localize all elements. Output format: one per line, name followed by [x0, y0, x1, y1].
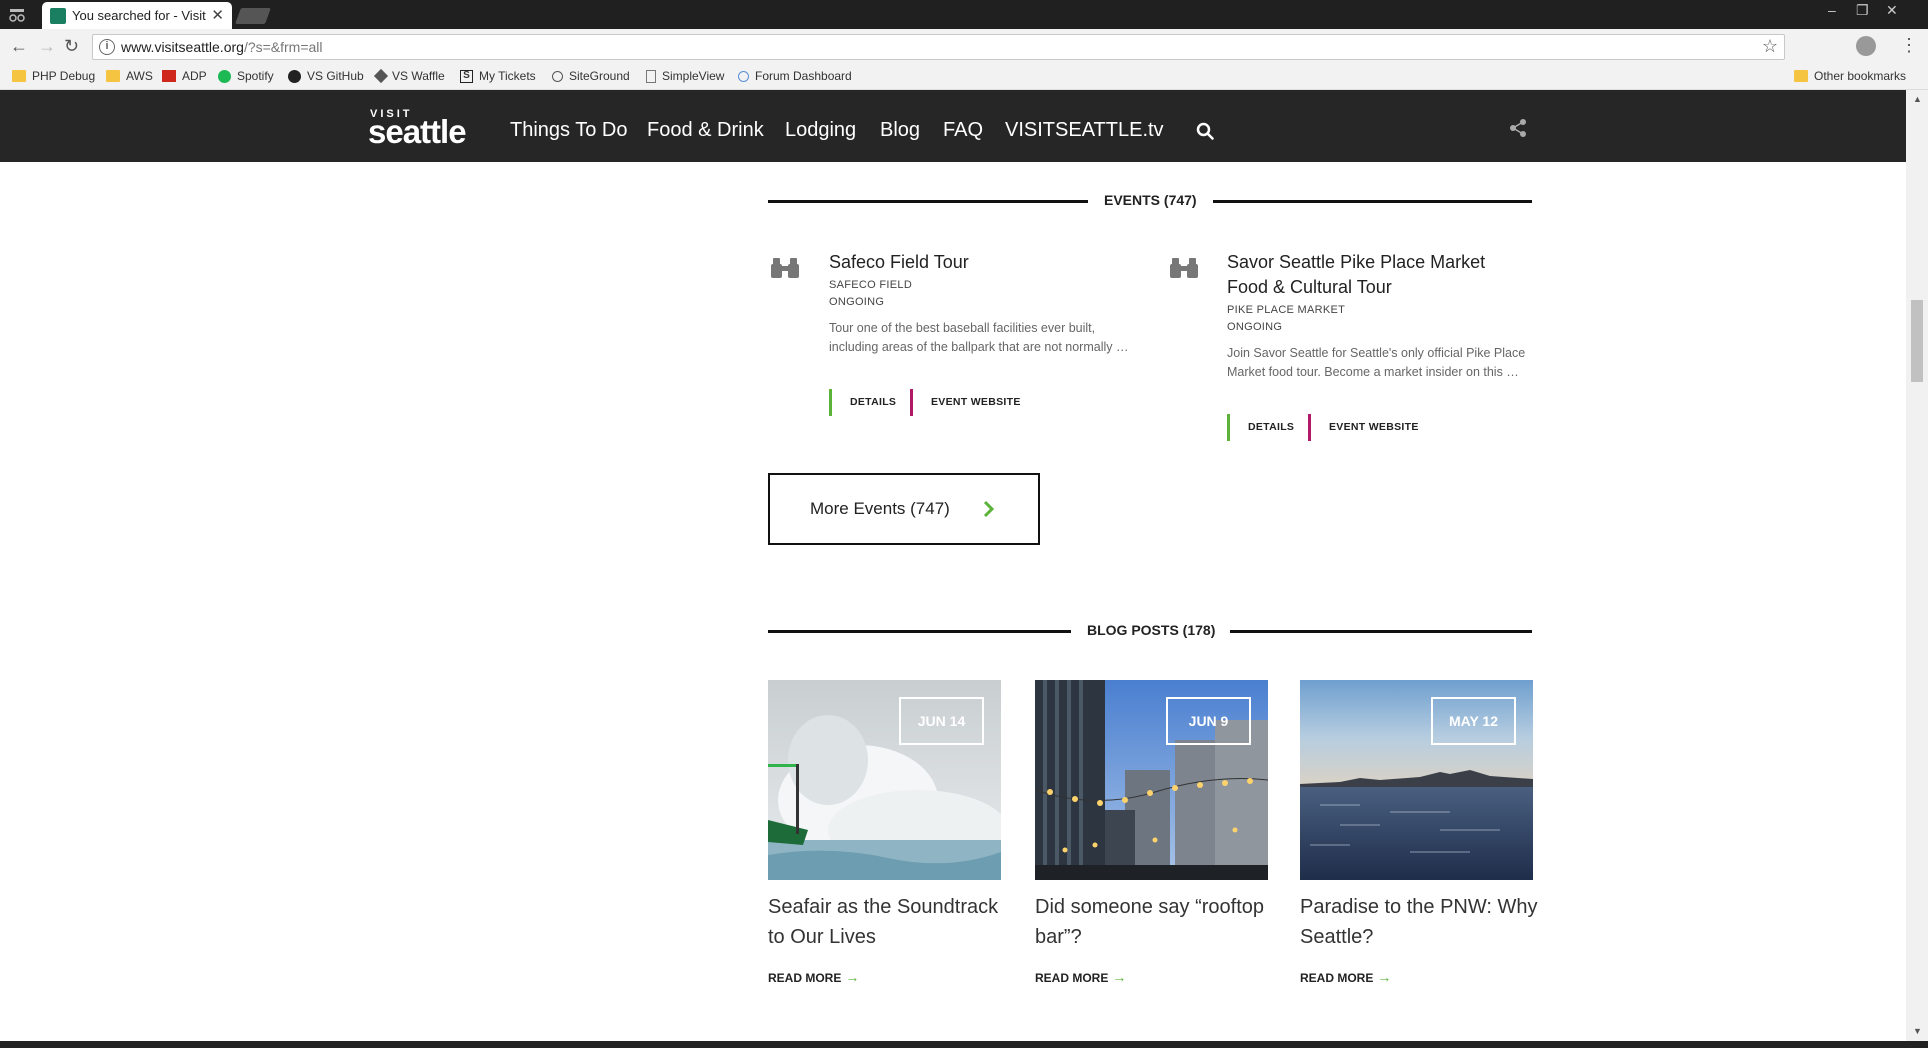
events-heading: EVENTS (747): [768, 190, 1532, 210]
arrow-right-icon: →: [1112, 969, 1127, 985]
blog-post-title[interactable]: Seafair as the Soundtrack to Our Lives: [768, 892, 1008, 952]
page-scrollbar[interactable]: ▲ ▼: [1906, 90, 1928, 1041]
post-date-badge: MAY 12: [1431, 697, 1516, 745]
binoculars-icon: [771, 258, 799, 278]
address-bar[interactable]: i www.visitseattle.org/?s=&frm=all ☆: [92, 34, 1785, 60]
read-more-link[interactable]: READ MORE →: [1300, 969, 1391, 985]
browser-toolbar: ← → ↻ i www.visitseattle.org/?s=&frm=all…: [0, 29, 1928, 65]
nav-visitseattle-tv[interactable]: VISITSEATTLE.tv: [1005, 119, 1164, 142]
github-icon: [288, 69, 301, 83]
browser-menu-icon[interactable]: ⋮: [1900, 35, 1918, 56]
new-tab-button[interactable]: [235, 8, 271, 24]
event-when: ONGOING: [829, 296, 885, 308]
bookmark-item[interactable]: Spotify: [218, 69, 274, 83]
scroll-up-icon[interactable]: ▲: [1913, 94, 1922, 104]
browser-titlebar: You searched for - Visit Seattle ✕ – ❐ ✕: [0, 0, 1928, 29]
nav-things-to-do[interactable]: Things To Do: [510, 119, 627, 142]
blog-heading: BLOG POSTS (178): [768, 620, 1532, 640]
taskbar-edge: [0, 1041, 1928, 1048]
bookmarks-bar: PHP Debug AWS ADP Spotify VS GitHub VS W…: [0, 65, 1928, 90]
event-details-link[interactable]: DETAILS: [1227, 414, 1294, 441]
scrollbar-thumb[interactable]: [1911, 300, 1923, 382]
siteground-icon: [552, 70, 563, 82]
site-header: VISIT seattle Things To Do Food & Drink …: [0, 90, 1906, 162]
incognito-icon: [9, 9, 25, 22]
more-events-label: More Events (747): [810, 499, 950, 518]
event-venue: PIKE PLACE MARKET: [1227, 304, 1346, 316]
window-close-icon[interactable]: ✕: [1886, 2, 1898, 19]
heading-rule: [768, 200, 1088, 203]
post-date-badge: JUN 14: [899, 697, 984, 745]
bookmark-star-icon[interactable]: ☆: [1762, 36, 1778, 57]
binoculars-icon: [1170, 258, 1198, 278]
heading-rule: [1230, 630, 1532, 633]
blog-post-title[interactable]: Did someone say “rooftop bar”?: [1035, 892, 1275, 952]
minimize-icon[interactable]: –: [1828, 2, 1836, 18]
bookmark-item[interactable]: SiteGround: [552, 69, 630, 83]
folder-icon: [1794, 70, 1808, 82]
site-favicon-icon: [50, 8, 66, 24]
url-text: www.visitseattle.org/?s=&frm=all: [121, 39, 323, 55]
chevron-right-icon: [983, 500, 995, 518]
extension-icon[interactable]: [1856, 36, 1876, 56]
more-events-button[interactable]: More Events (747): [768, 473, 1040, 545]
blog-post-image[interactable]: MAY 12: [1300, 680, 1533, 880]
bookmark-item[interactable]: PHP Debug: [12, 69, 95, 83]
info-icon[interactable]: i: [99, 39, 115, 55]
blog-post-image[interactable]: JUN 14: [768, 680, 1001, 880]
post-date-badge: JUN 9: [1166, 697, 1251, 745]
back-icon[interactable]: ←: [10, 36, 28, 57]
forward-icon[interactable]: →: [38, 36, 56, 57]
events-heading-label: EVENTS (747): [1104, 192, 1197, 208]
adp-icon: [162, 70, 176, 82]
blog-post-image[interactable]: JUN 9: [1035, 680, 1268, 880]
heading-rule: [768, 630, 1071, 633]
arrow-right-icon: →: [1377, 969, 1392, 985]
search-icon[interactable]: [1196, 122, 1214, 140]
bookmark-item[interactable]: Forum Dashboard: [738, 69, 852, 83]
event-website-link[interactable]: EVENT WEBSITE: [1308, 414, 1419, 441]
browser-tab[interactable]: You searched for - Visit Seattle ✕: [42, 2, 232, 29]
spotify-icon: [218, 69, 231, 83]
reload-icon[interactable]: ↻: [64, 36, 79, 57]
waffle-icon: [373, 68, 389, 84]
page-icon: [646, 69, 656, 83]
event-details-link[interactable]: DETAILS: [829, 389, 896, 416]
bookmark-item[interactable]: AWS: [106, 69, 153, 83]
blog-post-title[interactable]: Paradise to the PNW: Why Seattle?: [1300, 892, 1540, 952]
s-icon: S: [460, 69, 473, 83]
bookmark-item[interactable]: S My Tickets: [460, 69, 536, 83]
event-description: Join Savor Seattle for Seattle's only of…: [1227, 346, 1526, 379]
other-bookmarks[interactable]: Other bookmarks: [1794, 69, 1906, 83]
event-title[interactable]: Savor Seattle Pike Place Market Food & C…: [1227, 250, 1517, 300]
read-more-link[interactable]: READ MORE →: [768, 969, 859, 985]
nav-lodging[interactable]: Lodging: [785, 119, 856, 142]
bookmark-item[interactable]: VS GitHub: [288, 69, 364, 83]
bookmark-item[interactable]: VS Waffle: [373, 68, 445, 84]
tab-title: You searched for - Visit Seattle: [72, 8, 208, 23]
event-description: Tour one of the best baseball facilities…: [829, 321, 1129, 354]
event-when: ONGOING: [1227, 321, 1283, 333]
nav-faq[interactable]: FAQ: [943, 119, 983, 142]
nav-blog[interactable]: Blog: [880, 119, 920, 142]
restore-icon[interactable]: ❐: [1856, 2, 1869, 19]
page-viewport: VISIT seattle Things To Do Food & Drink …: [0, 90, 1906, 1041]
event-title[interactable]: Safeco Field Tour: [829, 250, 1129, 275]
event-venue: SAFECO FIELD: [829, 279, 913, 291]
globe-icon: [738, 70, 749, 82]
read-more-link[interactable]: READ MORE →: [1035, 969, 1126, 985]
folder-icon: [12, 70, 26, 82]
event-website-link[interactable]: EVENT WEBSITE: [910, 389, 1021, 416]
scroll-down-icon[interactable]: ▼: [1913, 1026, 1922, 1036]
bookmark-item[interactable]: ADP: [162, 69, 207, 83]
blog-heading-label: BLOG POSTS (178): [1087, 622, 1216, 638]
heading-rule: [1213, 200, 1532, 203]
tab-close-icon[interactable]: ✕: [211, 6, 224, 24]
nav-food-drink[interactable]: Food & Drink: [647, 119, 764, 142]
folder-icon: [106, 70, 120, 82]
bookmark-item[interactable]: SimpleView: [646, 69, 724, 83]
arrow-right-icon: →: [845, 969, 860, 985]
share-icon[interactable]: [1508, 118, 1528, 138]
